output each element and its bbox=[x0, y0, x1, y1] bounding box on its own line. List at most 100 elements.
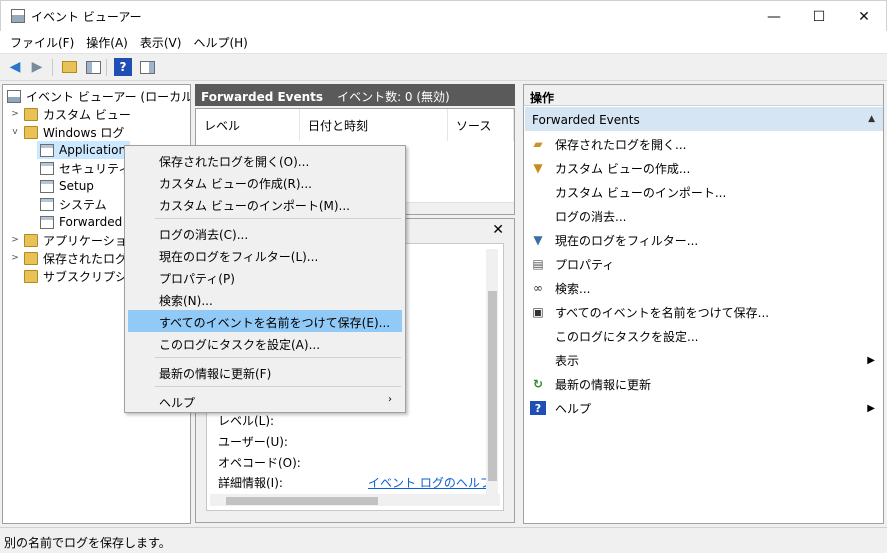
tree-item-saved-logs[interactable]: > 保存されたログ bbox=[9, 249, 127, 267]
log-icon bbox=[40, 161, 54, 175]
tree-item-security[interactable]: セキュリティ bbox=[37, 159, 130, 177]
close-button[interactable]: ✕ bbox=[841, 1, 887, 32]
ctx-attach-task[interactable]: このログにタスクを設定(A)... bbox=[128, 332, 402, 354]
column-header-level[interactable]: レベル bbox=[196, 109, 300, 141]
up-folder-icon[interactable] bbox=[60, 58, 78, 76]
action-view[interactable]: 表示 ▶ bbox=[525, 348, 883, 372]
tree-item-windows-logs[interactable]: v Windows ログ bbox=[9, 123, 124, 141]
tree-item-root[interactable]: イベント ビューアー (ローカル) bbox=[5, 87, 191, 105]
ctx-clear-log[interactable]: ログの消去(C)... bbox=[128, 222, 402, 244]
action-help[interactable]: ? ヘルプ ▶ bbox=[525, 396, 883, 420]
tree-item-label: Forwarded bbox=[59, 215, 123, 229]
action-create-custom-view[interactable]: ▼ カスタム ビューの作成... bbox=[525, 156, 883, 180]
tree-item-label: システム bbox=[59, 197, 107, 212]
tree-item-label: Application bbox=[59, 143, 127, 157]
show-tree-icon[interactable] bbox=[84, 58, 102, 76]
ctx-refresh[interactable]: 最新の情報に更新(F) bbox=[128, 361, 402, 383]
action-attach-task[interactable]: このログにタスクを設定... bbox=[525, 324, 883, 348]
show-action-pane-icon[interactable] bbox=[138, 58, 156, 76]
refresh-icon: ↻ bbox=[532, 377, 544, 391]
filter-icon: ▼ bbox=[533, 233, 543, 247]
actions-pane: Forwarded Events ▲ ▰ 保存されたログを開く... ▼ カスタム … bbox=[523, 106, 884, 524]
action-label: 保存されたログを開く... bbox=[555, 137, 687, 152]
help-icon[interactable]: ? bbox=[114, 58, 132, 76]
expand-chevron-icon[interactable]: > bbox=[9, 253, 21, 263]
action-label: プロパティ bbox=[555, 257, 615, 272]
action-clear-log[interactable]: ログの消去... bbox=[525, 204, 883, 228]
event-log-help-link[interactable]: イベント ログのヘルプ bbox=[368, 474, 492, 491]
back-arrow-icon[interactable]: ◀ bbox=[6, 58, 24, 76]
action-open-saved-log[interactable]: ▰ 保存されたログを開く... bbox=[525, 132, 883, 156]
opcode-label: オペコード(O): bbox=[218, 456, 301, 470]
ctx-help[interactable]: ヘルプ › bbox=[128, 390, 402, 412]
action-properties[interactable]: ▤ プロパティ bbox=[525, 252, 883, 276]
menu-separator bbox=[155, 357, 401, 358]
event-viewer-icon bbox=[11, 9, 25, 23]
action-label: ヘルプ bbox=[555, 401, 592, 416]
title-bar: イベント ビューアー — ☐ ✕ bbox=[0, 0, 887, 31]
context-menu: 保存されたログを開く(O)... カスタム ビューの作成(R)... カスタム … bbox=[124, 145, 406, 413]
submenu-arrow-icon: ▶ bbox=[867, 402, 875, 414]
action-label: 検索... bbox=[555, 281, 591, 296]
open-folder-icon: ▰ bbox=[533, 137, 543, 151]
event-viewer-icon bbox=[7, 89, 21, 103]
action-label: このログにタスクを設定... bbox=[555, 329, 699, 344]
actions-section-title: Forwarded Events bbox=[532, 113, 640, 127]
ctx-open-saved-log[interactable]: 保存されたログを開く(O)... bbox=[128, 149, 402, 171]
actions-section-header[interactable]: Forwarded Events ▲ bbox=[525, 107, 883, 131]
window-title: イベント ビューアー bbox=[31, 10, 142, 24]
submenu-arrow-icon: › bbox=[388, 394, 392, 405]
action-find[interactable]: ∞ 検索... bbox=[525, 276, 883, 300]
close-icon[interactable]: ✕ bbox=[492, 222, 504, 238]
maximize-button[interactable]: ☐ bbox=[796, 1, 842, 32]
menu-help[interactable]: ヘルプ(H) bbox=[187, 34, 253, 51]
minimize-button[interactable]: — bbox=[751, 1, 797, 32]
action-label: 最新の情報に更新 bbox=[555, 377, 652, 392]
tree-item-label: 保存されたログ bbox=[43, 251, 128, 266]
column-header-source[interactable]: ソース bbox=[448, 109, 514, 141]
log-icon bbox=[40, 215, 54, 229]
expand-chevron-icon[interactable]: > bbox=[9, 109, 21, 119]
action-import-custom-view[interactable]: カスタム ビューのインポート... bbox=[525, 180, 883, 204]
ctx-find[interactable]: 検索(N)... bbox=[128, 288, 402, 310]
forward-arrow-icon[interactable]: ▶ bbox=[28, 58, 46, 76]
folder-icon bbox=[24, 125, 38, 139]
ctx-create-custom-view[interactable]: カスタム ビューの作成(R)... bbox=[128, 171, 402, 193]
tree-item-label: Setup bbox=[59, 179, 94, 193]
menu-action[interactable]: 操作(A) bbox=[80, 34, 134, 51]
scrollbar-thumb[interactable] bbox=[488, 291, 497, 481]
ctx-filter-current-log[interactable]: 現在のログをフィルター(L)... bbox=[128, 244, 402, 266]
tree-item-setup[interactable]: Setup bbox=[37, 177, 94, 195]
tree-item-label: イベント ビューアー (ローカル) bbox=[26, 89, 191, 104]
action-filter-current-log[interactable]: ▼ 現在のログをフィルター... bbox=[525, 228, 883, 252]
expand-chevron-icon[interactable]: > bbox=[9, 235, 21, 245]
action-refresh[interactable]: ↻ 最新の情報に更新 bbox=[525, 372, 883, 396]
ctx-properties[interactable]: プロパティ(P) bbox=[128, 266, 402, 288]
collapse-chevron-icon[interactable]: v bbox=[9, 127, 21, 137]
subscription-icon bbox=[24, 269, 38, 283]
tree-item-custom-views[interactable]: > カスタム ビュー bbox=[9, 105, 131, 123]
blank-icon bbox=[530, 353, 546, 367]
action-label: カスタム ビューの作成... bbox=[555, 161, 691, 176]
user-label: ユーザー(U): bbox=[218, 435, 288, 449]
scrollbar-thumb[interactable] bbox=[226, 497, 378, 505]
ctx-help-label: ヘルプ bbox=[159, 396, 196, 410]
column-header-date-time[interactable]: 日付と時刻 bbox=[300, 109, 448, 141]
menu-separator bbox=[155, 218, 401, 219]
filter-icon: ▼ bbox=[533, 161, 543, 175]
event-count: イベント数: 0 (無効) bbox=[337, 90, 450, 104]
folder-icon bbox=[24, 251, 38, 265]
collapse-triangle-icon[interactable]: ▲ bbox=[868, 114, 875, 124]
action-save-all-events[interactable]: ▣ すべてのイベントを名前をつけて保存... bbox=[525, 300, 883, 324]
tree-item-application[interactable]: Application bbox=[37, 141, 131, 159]
folder-icon bbox=[24, 233, 38, 247]
log-icon bbox=[40, 143, 54, 157]
ctx-import-custom-view[interactable]: カスタム ビューのインポート(M)... bbox=[128, 193, 402, 215]
ctx-save-all-events[interactable]: すべてのイベントを名前をつけて保存(E)... bbox=[128, 310, 402, 332]
tree-item-forwarded[interactable]: Forwarded bbox=[37, 213, 122, 231]
toolbar-separator bbox=[106, 59, 107, 76]
tree-item-system[interactable]: システム bbox=[37, 195, 107, 213]
action-label: 表示 bbox=[555, 353, 580, 368]
menu-view[interactable]: 表示(V) bbox=[134, 34, 188, 51]
menu-file[interactable]: ファイル(F) bbox=[4, 34, 80, 51]
